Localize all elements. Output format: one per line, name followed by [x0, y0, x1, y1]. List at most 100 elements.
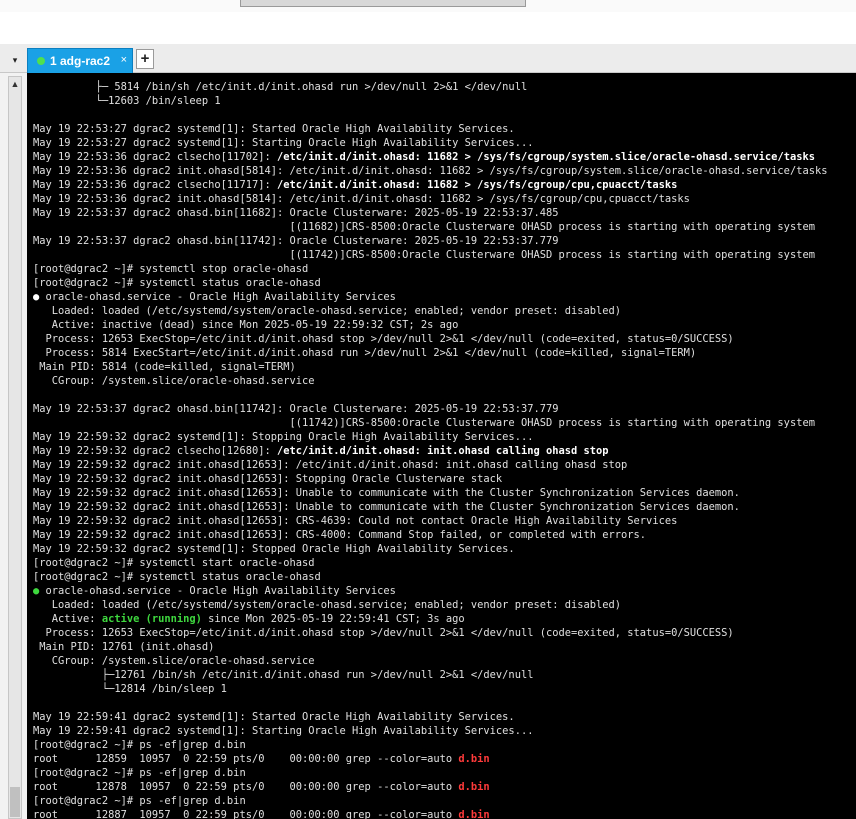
terminal-line: [root@dgrac2 ~]# ps -ef|grep d.bin [33, 738, 827, 752]
terminal-text: root 12887 10957 0 22:59 pts/0 00:00:00 … [33, 809, 459, 819]
terminal-text: /etc/init.d/init.ohasd: 11682 > /sys/fs/… [276, 179, 678, 191]
terminal-text: May 19 22:53:37 dgrac2 ohasd.bin[11682]:… [33, 207, 559, 219]
terminal-line: Main PID: 5814 (code=killed, signal=TERM… [33, 360, 827, 374]
terminal-text: May 19 22:53:37 dgrac2 ohasd.bin[11742]:… [33, 403, 559, 415]
terminal-line: [root@dgrac2 ~]# ps -ef|grep d.bin [33, 766, 827, 780]
terminal-line: May 19 22:59:32 dgrac2 init.ohasd[12653]… [33, 514, 827, 528]
terminal-text: └─12603 /bin/sleep 1 [33, 95, 221, 107]
terminal-text: CGroup: /system.slice/oracle-ohasd.servi… [33, 655, 315, 667]
terminal-text: └─12814 /bin/sleep 1 [33, 683, 227, 695]
terminal-text: May 19 22:59:41 dgrac2 systemd[1]: Start… [33, 711, 515, 723]
terminal-line: ● oracle-ohasd.service - Oracle High Ava… [33, 290, 827, 304]
terminal-line: Main PID: 12761 (init.ohasd) [33, 640, 827, 654]
terminal-line: root 12878 10957 0 22:59 pts/0 00:00:00 … [33, 780, 827, 794]
terminal-line: └─12603 /bin/sleep 1 [33, 94, 827, 108]
terminal-text: May 19 22:59:32 dgrac2 systemd[1]: Stopp… [33, 543, 515, 555]
terminal-text: May 19 22:53:27 dgrac2 systemd[1]: Start… [33, 137, 534, 149]
terminal-text: May 19 22:53:37 dgrac2 ohasd.bin[11742]:… [33, 235, 559, 247]
terminal-line: [root@dgrac2 ~]# systemctl stop oracle-o… [33, 262, 827, 276]
terminal-text: May 19 22:53:36 dgrac2 init.ohasd[5814]:… [33, 193, 690, 205]
terminal-line: May 19 22:53:27 dgrac2 systemd[1]: Start… [33, 136, 827, 150]
terminal-text: May 19 22:59:32 dgrac2 init.ohasd[12653]… [33, 529, 647, 541]
terminal-text: May 19 22:59:41 dgrac2 systemd[1]: Start… [33, 725, 534, 737]
terminal-line: May 19 22:59:41 dgrac2 systemd[1]: Start… [33, 710, 827, 724]
terminal-text: Process: 12653 ExecStop=/etc/init.d/init… [33, 333, 734, 345]
terminal-text: May 19 22:59:32 dgrac2 init.ohasd[12653]… [33, 501, 740, 513]
terminal-text: root 12859 10957 0 22:59 pts/0 00:00:00 … [33, 753, 459, 765]
terminal-line: Active: inactive (dead) since Mon 2025-0… [33, 318, 827, 332]
terminal-line: May 19 22:53:37 dgrac2 ohasd.bin[11682]:… [33, 206, 827, 220]
terminal-text: Loaded: loaded (/etc/systemd/system/orac… [33, 599, 622, 611]
terminal-text: May 19 22:53:27 dgrac2 systemd[1]: Start… [33, 123, 515, 135]
terminal-line: ● oracle-ohasd.service - Oracle High Ava… [33, 584, 827, 598]
terminal-text: May 19 22:53:36 dgrac2 init.ohasd[5814]:… [33, 165, 828, 177]
terminal-text: oracle-ohasd.service - Oracle High Avail… [39, 291, 396, 303]
terminal-line: [root@dgrac2 ~]# systemctl status oracle… [33, 570, 827, 584]
terminal-line: May 19 22:59:32 dgrac2 init.ohasd[12653]… [33, 528, 827, 542]
terminal-line: Process: 12653 ExecStop=/etc/init.d/init… [33, 332, 827, 346]
terminal-line: [root@dgrac2 ~]# systemctl start oracle-… [33, 556, 827, 570]
terminal-line: May 19 22:53:37 dgrac2 ohasd.bin[11742]:… [33, 402, 827, 416]
terminal-line: May 19 22:53:36 dgrac2 init.ohasd[5814]:… [33, 164, 827, 178]
terminal-line: May 19 22:59:32 dgrac2 systemd[1]: Stopp… [33, 430, 827, 444]
terminal-text: since Mon 2025-05-19 22:59:41 CST; 3s ag… [201, 613, 465, 625]
terminal-output: ├─ 5814 /bin/sh /etc/init.d/init.ohasd r… [33, 80, 827, 819]
scrollbar[interactable]: ▲ [8, 76, 22, 819]
terminal-line: Loaded: loaded (/etc/systemd/system/orac… [33, 304, 827, 318]
terminal-line: Process: 12653 ExecStop=/etc/init.d/init… [33, 626, 827, 640]
terminal-text: /etc/init.d/init.ohasd: init.ohasd calli… [276, 445, 609, 457]
terminal-text: Main PID: 12761 (init.ohasd) [33, 641, 215, 653]
terminal-line: [(11742)]CRS-8500:Oracle Clusterware OHA… [33, 416, 827, 430]
tab-adg-rac2[interactable]: 1 adg-rac2 × [27, 48, 133, 73]
terminal-text: May 19 22:59:32 dgrac2 init.ohasd[12653]… [33, 459, 628, 471]
terminal-line: Loaded: loaded (/etc/systemd/system/orac… [33, 598, 827, 612]
terminal-line: May 19 22:59:32 dgrac2 init.ohasd[12653]… [33, 472, 827, 486]
terminal-line: Process: 5814 ExecStart=/etc/init.d/init… [33, 346, 827, 360]
terminal-line: May 19 22:59:32 dgrac2 init.ohasd[12653]… [33, 486, 827, 500]
terminal-text: /etc/init.d/init.ohasd: 11682 > /sys/fs/… [276, 151, 815, 163]
terminal-text: May 19 22:59:32 dgrac2 systemd[1]: Stopp… [33, 431, 534, 443]
scrollbar-thumb[interactable] [10, 787, 20, 817]
terminal-text: d.bin [458, 781, 490, 793]
terminal-text: Loaded: loaded (/etc/systemd/system/orac… [33, 305, 622, 317]
terminal-text: [(11682)]CRS-8500:Oracle Clusterware OHA… [33, 221, 815, 233]
terminal-text: active (running) [101, 613, 202, 625]
plus-icon[interactable]: + [136, 49, 154, 69]
terminal-window[interactable]: ├─ 5814 /bin/sh /etc/init.d/init.ohasd r… [27, 73, 856, 819]
terminal-text: [root@dgrac2 ~]# systemctl stop oracle-o… [33, 263, 309, 275]
terminal-text: [root@dgrac2 ~]# systemctl start oracle-… [33, 557, 315, 569]
terminal-line: [(11682)]CRS-8500:Oracle Clusterware OHA… [33, 220, 827, 234]
terminal-text: [(11742)]CRS-8500:Oracle Clusterware OHA… [33, 417, 815, 429]
terminal-line: May 19 22:53:36 dgrac2 clsecho[11702]: /… [33, 150, 827, 164]
terminal-line: CGroup: /system.slice/oracle-ohasd.servi… [33, 374, 827, 388]
arrow-up-icon[interactable]: ▲ [9, 77, 21, 91]
terminal-line: Active: active (running) since Mon 2025-… [33, 612, 827, 626]
terminal-text: CGroup: /system.slice/oracle-ohasd.servi… [33, 375, 315, 387]
terminal-text: ├─12761 /bin/sh /etc/init.d/init.ohasd r… [33, 669, 534, 681]
terminal-line: May 19 22:59:32 dgrac2 init.ohasd[12653]… [33, 500, 827, 514]
terminal-text: Active: inactive (dead) since Mon 2025-0… [33, 319, 459, 331]
terminal-text: May 19 22:59:32 dgrac2 init.ohasd[12653]… [33, 515, 678, 527]
terminal-line: [root@dgrac2 ~]# systemctl status oracle… [33, 276, 827, 290]
terminal-line: ├─ 5814 /bin/sh /etc/init.d/init.ohasd r… [33, 80, 827, 94]
terminal-line: May 19 22:59:32 dgrac2 clsecho[12680]: /… [33, 444, 827, 458]
chevron-down-icon[interactable]: ▾ [9, 53, 21, 67]
terminal-text: [root@dgrac2 ~]# ps -ef|grep d.bin [33, 739, 246, 751]
terminal-text: d.bin [458, 809, 490, 819]
terminal-line: May 19 22:59:41 dgrac2 systemd[1]: Start… [33, 724, 827, 738]
top-toolbar-fragment [240, 0, 526, 7]
close-icon[interactable]: × [121, 53, 127, 67]
terminal-text: [root@dgrac2 ~]# systemctl status oracle… [33, 277, 321, 289]
terminal-line: ├─12761 /bin/sh /etc/init.d/init.ohasd r… [33, 668, 827, 682]
terminal-line: May 19 22:59:32 dgrac2 systemd[1]: Stopp… [33, 542, 827, 556]
terminal-line: root 12887 10957 0 22:59 pts/0 00:00:00 … [33, 808, 827, 819]
tab-label: 1 adg-rac2 [50, 54, 111, 68]
terminal-text: [root@dgrac2 ~]# systemctl status oracle… [33, 571, 321, 583]
terminal-text: ├─ 5814 /bin/sh /etc/init.d/init.ohasd r… [33, 81, 528, 93]
terminal-line: root 12859 10957 0 22:59 pts/0 00:00:00 … [33, 752, 827, 766]
terminal-line: May 19 22:59:32 dgrac2 init.ohasd[12653]… [33, 458, 827, 472]
terminal-line: └─12814 /bin/sleep 1 [33, 682, 827, 696]
